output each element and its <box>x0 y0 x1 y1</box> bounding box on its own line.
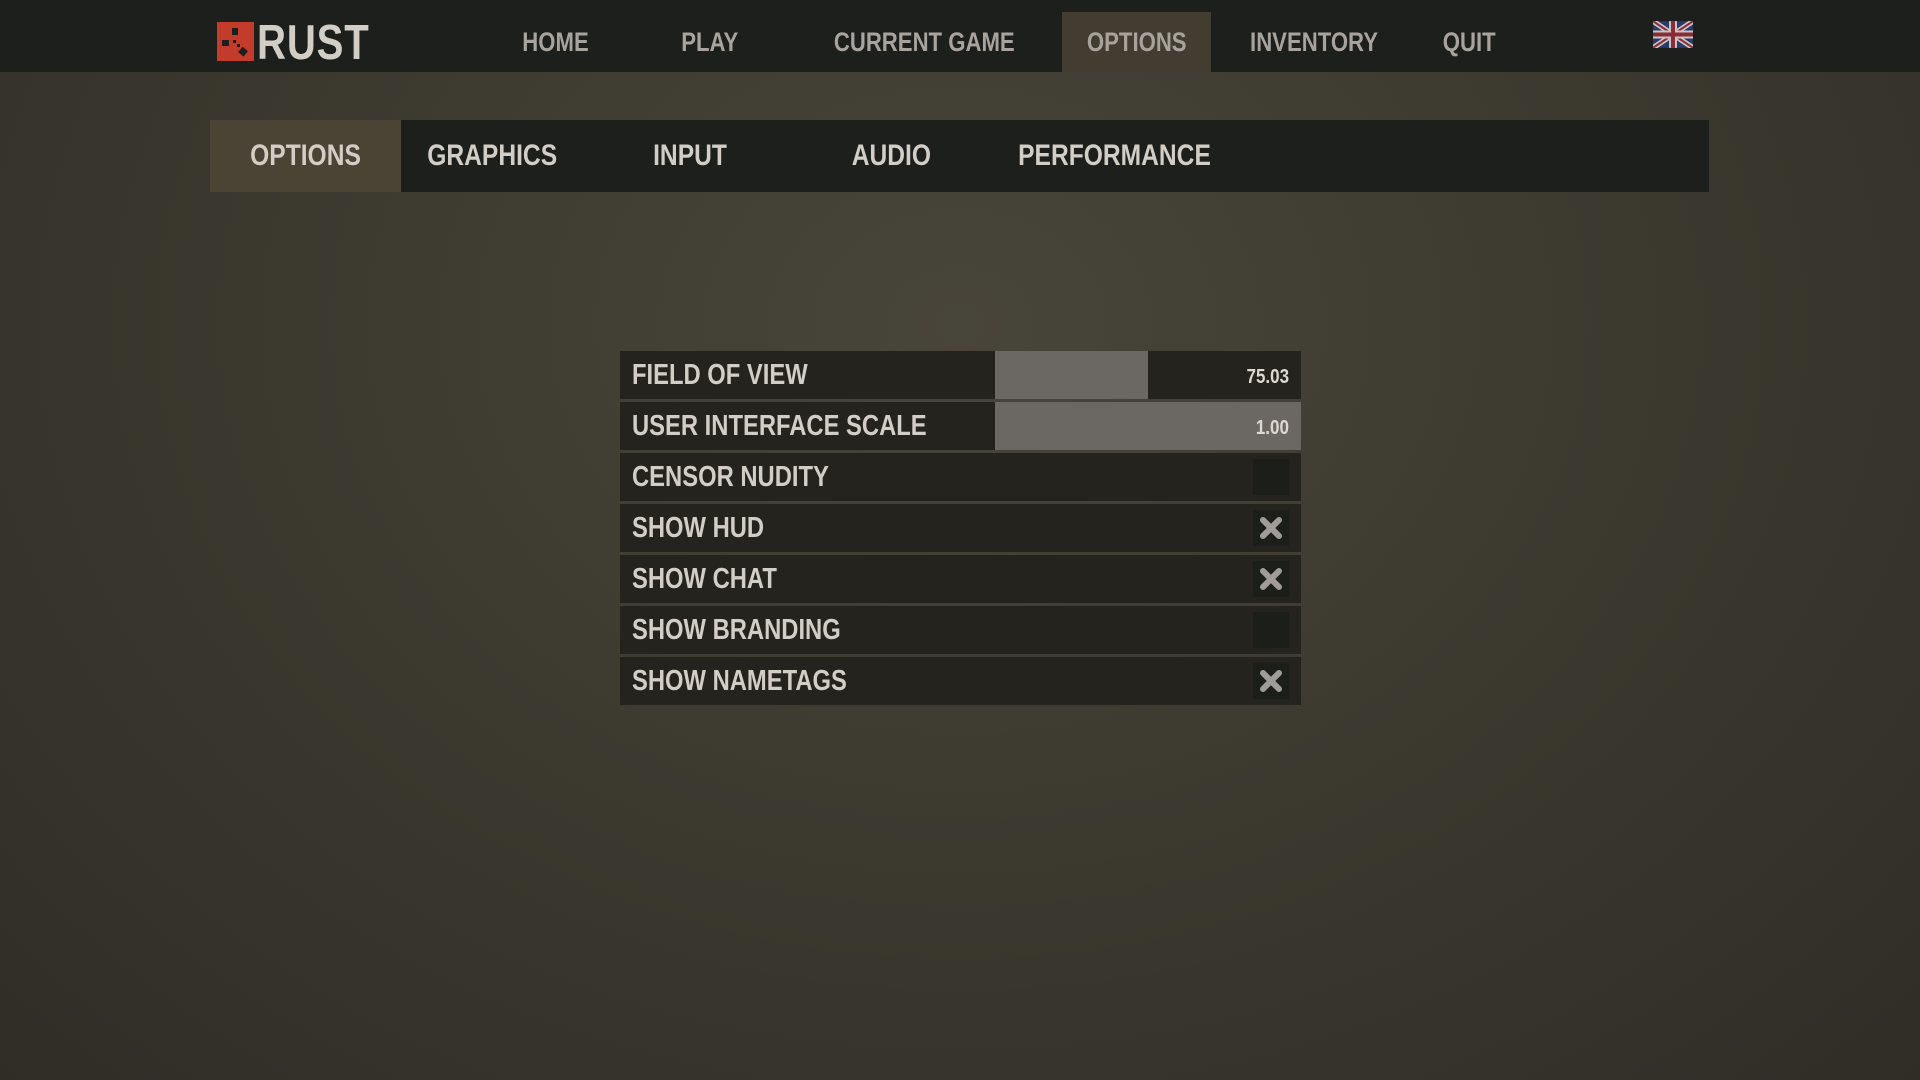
tab-graphics[interactable]: GRAPHICS <box>411 120 573 192</box>
nav-inventory-label: INVENTORY <box>1250 27 1378 57</box>
setting-row-show-nametags: SHOW NAMETAGS <box>620 657 1301 705</box>
setting-label: SHOW BRANDING <box>632 614 841 646</box>
x-mark-icon <box>1260 568 1282 590</box>
setting-label: SHOW HUD <box>632 512 765 544</box>
uk-flag-icon[interactable] <box>1651 18 1695 51</box>
logo-text: RUST <box>257 16 370 70</box>
slider-value: 1.00 <box>1255 417 1289 439</box>
setting-row-censor-nudity: CENSOR NUDITY <box>620 453 1301 501</box>
ui-scale-slider[interactable]: 1.00 <box>995 402 1301 450</box>
x-mark-icon <box>1260 517 1282 539</box>
setting-row-ui-scale: USER INTERFACE SCALE 1.00 <box>620 402 1301 450</box>
nav-play-label: PLAY <box>681 27 739 57</box>
options-subnav: OPTIONS GRAPHICS INPUT AUDIO PERFORMANCE <box>210 120 1709 192</box>
x-mark-icon <box>1260 670 1282 692</box>
slider-value: 75.03 <box>1246 366 1289 388</box>
field-of-view-slider[interactable]: 75.03 <box>995 351 1301 399</box>
nav-options-label: OPTIONS <box>1086 27 1187 57</box>
nav-current-game-label: CURRENT GAME <box>833 27 1015 57</box>
setting-row-show-chat: SHOW CHAT <box>620 555 1301 603</box>
setting-row-field-of-view: FIELD OF VIEW 75.03 <box>620 351 1301 399</box>
censor-nudity-checkbox[interactable] <box>1253 459 1289 495</box>
tab-input-label: INPUT <box>653 139 727 172</box>
nav-current-game[interactable]: CURRENT GAME <box>800 12 1048 72</box>
settings-panel: FIELD OF VIEW 75.03 USER INTERFACE SCALE… <box>620 351 1301 708</box>
slider-fill <box>995 351 1148 399</box>
tab-audio[interactable]: AUDIO <box>820 120 962 192</box>
nav-inventory[interactable]: INVENTORY <box>1230 12 1398 72</box>
nav-play[interactable]: PLAY <box>660 12 760 72</box>
show-nametags-checkbox[interactable] <box>1253 663 1289 699</box>
show-chat-checkbox[interactable] <box>1253 561 1289 597</box>
setting-label: SHOW NAMETAGS <box>632 665 847 697</box>
nav-quit-label: QUIT <box>1442 27 1496 57</box>
tab-options[interactable]: OPTIONS <box>210 120 401 192</box>
tab-input[interactable]: INPUT <box>630 120 750 192</box>
nav-home[interactable]: HOME <box>502 12 608 72</box>
nav-quit[interactable]: QUIT <box>1425 12 1513 72</box>
nav-home-label: HOME <box>521 27 589 57</box>
tab-performance[interactable]: PERFORMANCE <box>995 120 1235 192</box>
top-navigation-bar: RUST HOME PLAY CURRENT GAME OPTIONS INVE… <box>0 0 1920 72</box>
nav-options[interactable]: OPTIONS <box>1062 12 1211 72</box>
setting-row-show-hud: SHOW HUD <box>620 504 1301 552</box>
tab-graphics-label: GRAPHICS <box>427 139 557 172</box>
tab-audio-label: AUDIO <box>851 139 931 172</box>
setting-label: SHOW CHAT <box>632 563 777 595</box>
setting-label: USER INTERFACE SCALE <box>632 410 927 442</box>
tab-options-label: OPTIONS <box>250 139 361 172</box>
setting-label: FIELD OF VIEW <box>632 359 808 391</box>
rust-logo[interactable]: RUST <box>217 16 377 70</box>
show-hud-checkbox[interactable] <box>1253 510 1289 546</box>
setting-row-show-branding: SHOW BRANDING <box>620 606 1301 654</box>
tab-performance-label: PERFORMANCE <box>1018 139 1212 172</box>
setting-label: CENSOR NUDITY <box>632 461 829 493</box>
rust-logo-mark-icon <box>217 22 254 61</box>
show-branding-checkbox[interactable] <box>1253 612 1289 648</box>
